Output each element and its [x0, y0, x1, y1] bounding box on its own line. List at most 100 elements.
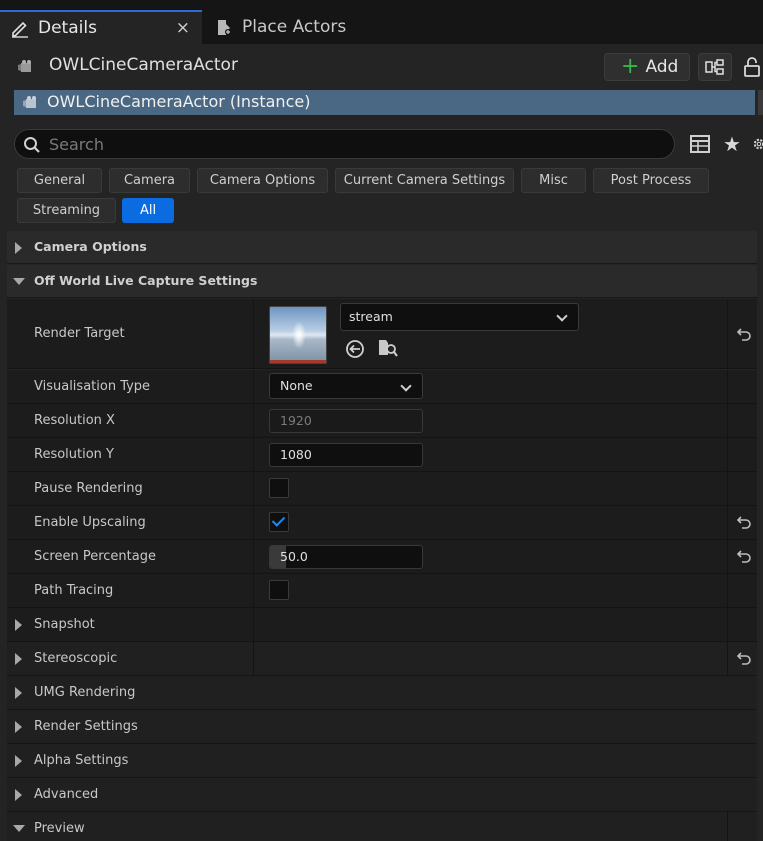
enable-upscaling-checkbox[interactable] [269, 512, 289, 532]
prop-label: Pause Rendering [34, 481, 143, 496]
thumbnail-bar [270, 360, 326, 363]
gear-icon[interactable] [752, 134, 763, 154]
lock-icon[interactable] [742, 56, 762, 78]
subgroup-stereoscopic[interactable]: Stereoscopic [7, 642, 757, 676]
filter-misc[interactable]: Misc [521, 168, 586, 193]
column-separator [253, 608, 254, 641]
actor-name: OWLCineCameraActor [49, 55, 238, 75]
tab-details-label: Details [38, 18, 97, 38]
prop-visualisation-type: Visualisation Type None [7, 370, 757, 404]
filter-all[interactable]: All [122, 198, 174, 223]
column-separator [253, 299, 254, 368]
expand-arrow-icon [15, 653, 22, 665]
category-owl-capture-settings[interactable]: Off World Live Capture Settings [7, 265, 757, 298]
subgroup-label: Render Settings [34, 719, 138, 734]
star-icon[interactable]: ★ [723, 132, 741, 156]
tab-place-actors[interactable]: Place Actors [208, 10, 408, 44]
prop-screen-percentage: Screen Percentage 50.0 [7, 540, 757, 574]
blueprint-button[interactable] [698, 53, 732, 81]
subgroup-render-settings[interactable]: Render Settings [7, 710, 757, 744]
prop-label: Visualisation Type [34, 379, 151, 394]
visualisation-type-value: None [280, 378, 313, 393]
reset-to-default-icon[interactable] [736, 650, 752, 666]
plus-icon: + [621, 54, 640, 79]
column-separator [253, 438, 254, 471]
column-separator [727, 540, 728, 573]
actor-header: OWLCineCameraActor + Add [0, 44, 763, 89]
filter-general[interactable]: General [17, 168, 102, 193]
filter-camera[interactable]: Camera [109, 168, 190, 193]
column-separator [253, 404, 254, 437]
category-camera-options[interactable]: Camera Options [7, 231, 757, 264]
expand-arrow-icon [15, 789, 22, 801]
column-separator [727, 438, 728, 471]
instance-label: OWLCineCameraActor (Instance) [47, 92, 311, 111]
prop-resolution-y: Resolution Y 1080 [7, 438, 757, 472]
add-component-button[interactable]: + Add [604, 53, 690, 81]
prop-path-tracing: Path Tracing [7, 574, 757, 608]
add-button-label: Add [645, 57, 679, 77]
category-label: Camera Options [34, 239, 147, 254]
column-separator [253, 472, 254, 505]
column-separator [727, 812, 728, 841]
subgroup-advanced[interactable]: Advanced [7, 778, 757, 812]
place-actors-icon [218, 20, 231, 35]
subgroup-snapshot[interactable]: Snapshot [7, 608, 757, 642]
subgroup-label: Snapshot [34, 617, 95, 632]
screen-percentage-slider[interactable]: 50.0 [269, 545, 423, 569]
prop-label: Path Tracing [34, 583, 114, 598]
category-label: Off World Live Capture Settings [34, 273, 258, 288]
prop-render-target: Render Target stream [7, 299, 757, 369]
tab-details[interactable]: Details × [0, 10, 202, 44]
filter-streaming[interactable]: Streaming [17, 198, 116, 223]
property-matrix-icon[interactable] [690, 135, 710, 153]
instance-scrollbar[interactable] [758, 90, 763, 115]
render-target-dropdown[interactable]: stream [340, 303, 579, 331]
prop-label: Render Target [34, 326, 125, 341]
pause-rendering-checkbox[interactable] [269, 478, 289, 498]
camera-actor-icon [18, 60, 31, 72]
render-target-thumbnail[interactable] [269, 306, 327, 364]
expand-arrow-icon [15, 755, 22, 767]
prop-enable-upscaling: Enable Upscaling [7, 506, 757, 540]
render-target-value: stream [349, 309, 393, 324]
camera-actor-icon [23, 96, 36, 108]
collapse-arrow-icon [13, 278, 25, 285]
search-box[interactable] [14, 129, 675, 159]
column-separator [727, 574, 728, 607]
reset-to-default-icon[interactable] [736, 514, 752, 530]
browse-icon[interactable] [377, 338, 399, 358]
resolution-y-field[interactable]: 1080 [269, 443, 423, 467]
subgroup-umg-rendering[interactable]: UMG Rendering [7, 676, 757, 710]
search-input[interactable] [49, 133, 649, 155]
close-icon[interactable]: × [176, 18, 190, 38]
collapse-arrow-icon [13, 825, 25, 832]
component-instance-row[interactable]: OWLCineCameraActor (Instance) [14, 90, 755, 115]
thumbnail-flare [292, 321, 306, 349]
prop-label: Resolution X [34, 413, 115, 428]
column-separator [727, 404, 728, 437]
column-separator [253, 574, 254, 607]
column-separator [727, 506, 728, 539]
path-tracing-checkbox[interactable] [269, 580, 289, 600]
prop-label: Screen Percentage [34, 549, 156, 564]
visualisation-type-dropdown[interactable]: None [269, 373, 423, 399]
filter-post-process[interactable]: Post Process [593, 168, 709, 193]
filter-camera-options[interactable]: Camera Options [197, 168, 328, 193]
hierarchy-icon [705, 59, 724, 75]
tab-place-actors-label: Place Actors [242, 17, 347, 37]
prop-label: Resolution Y [34, 447, 114, 462]
column-separator [253, 506, 254, 539]
subgroup-preview[interactable]: Preview [7, 812, 757, 841]
tab-bar: Details × Place Actors [0, 0, 763, 44]
subgroup-alpha-settings[interactable]: Alpha Settings [7, 744, 757, 778]
reset-to-default-icon[interactable] [736, 326, 752, 342]
expand-arrow-icon [15, 619, 22, 631]
use-selected-icon[interactable] [345, 339, 365, 359]
column-separator [727, 370, 728, 403]
subgroup-label: UMG Rendering [34, 685, 136, 700]
filter-current-camera-settings[interactable]: Current Camera Settings [335, 168, 514, 193]
reset-to-default-icon[interactable] [736, 548, 752, 564]
column-separator [253, 540, 254, 573]
column-separator [727, 299, 728, 368]
